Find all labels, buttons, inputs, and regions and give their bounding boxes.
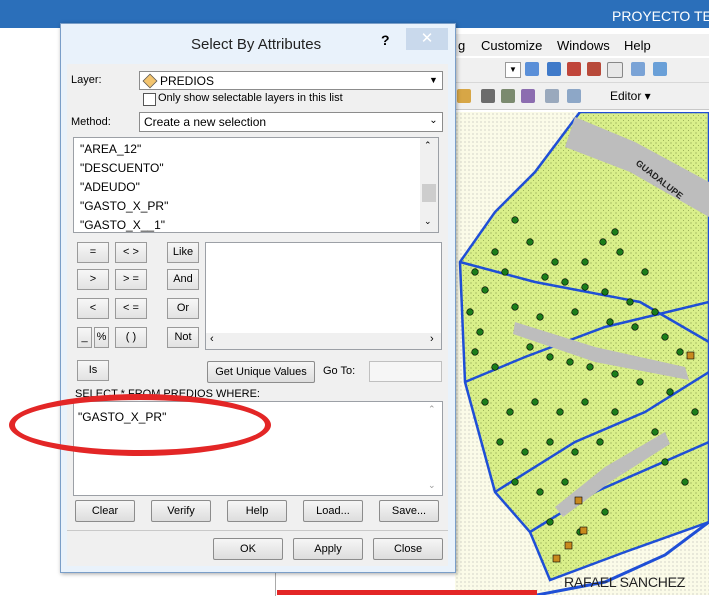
window-icon[interactable] <box>607 62 623 78</box>
scroll-down-icon[interactable]: ⌄ <box>428 480 436 491</box>
operator-greater-equal-button[interactable]: > = <box>115 269 147 290</box>
operator-underscore-button[interactable]: _ <box>77 327 92 348</box>
scroll-up-icon[interactable]: ⌃ <box>428 404 436 415</box>
method-label: Method: <box>71 116 111 128</box>
get-unique-values-button[interactable]: Get Unique Values <box>207 361 315 383</box>
chevron-down-icon[interactable]: ▼ <box>427 73 440 87</box>
find-icon[interactable] <box>481 89 495 103</box>
polygon-layer-icon <box>142 73 158 89</box>
list-item[interactable]: "AREA_12" <box>80 142 141 156</box>
fields-list: "AREA_12" "DESCUENTO" "ADEUDO" "GASTO_X_… <box>73 137 439 233</box>
unique-values-list: ‹ › <box>205 242 442 350</box>
dialog-titlebar[interactable]: Select By Attributes ? ✕ <box>61 24 455 64</box>
menu-item-windows[interactable]: Windows <box>557 38 610 53</box>
list-item[interactable]: "DESCUENTO" <box>80 161 164 175</box>
menu-item-help[interactable]: Help <box>624 38 651 53</box>
ok-button[interactable]: OK <box>213 538 283 560</box>
hyperlink-icon[interactable] <box>567 89 581 103</box>
select-by-attributes-dialog: Select By Attributes ? ✕ Layer: PREDIOS … <box>60 23 456 573</box>
list-item[interactable]: "GASTO_X__1" <box>80 218 165 232</box>
go-to-input[interactable] <box>369 361 442 382</box>
fields-list-scrollbar[interactable]: ⌃ ⌄ <box>420 138 438 232</box>
scroll-left-icon[interactable]: ‹ <box>210 333 214 345</box>
only-selectable-label: Only show selectable layers in this list <box>158 92 343 104</box>
scrollbar-thumb[interactable] <box>422 184 436 202</box>
python-window-icon[interactable] <box>653 62 667 76</box>
layer-dropdown[interactable]: PREDIOS ▼ <box>139 71 443 90</box>
identify-icon[interactable] <box>501 89 515 103</box>
operator-equals-button[interactable]: = <box>77 242 109 263</box>
dialog-body: Layer: PREDIOS ▼ Only show selectable la… <box>67 64 448 566</box>
method-value: Create a new selection <box>144 115 267 129</box>
operator-or-button[interactable]: Or <box>167 298 199 319</box>
method-dropdown[interactable]: Create a new selection ⌄ <box>139 112 443 132</box>
map-label-road: RAFAEL SANCHEZ <box>564 574 686 590</box>
dialog-help-button[interactable]: ? <box>381 32 395 50</box>
operator-parens-button[interactable]: ( ) <box>115 327 147 348</box>
toolbar-grip-icon[interactable] <box>457 89 471 103</box>
operator-less-equal-button[interactable]: < = <box>115 298 147 319</box>
scroll-down-icon[interactable]: ⌄ <box>424 216 432 227</box>
annotation-ellipse <box>9 394 271 456</box>
list-item[interactable]: "GASTO_X_PR" <box>80 199 168 213</box>
scroll-right-icon[interactable]: › <box>430 333 434 345</box>
arctoolbox-icon[interactable] <box>567 62 581 76</box>
chevron-down-icon[interactable]: ⌄ <box>427 114 440 128</box>
unique-values-scrollbar[interactable]: ‹ › <box>206 333 441 349</box>
dialog-title: Select By Attributes <box>191 36 322 53</box>
operator-is-button[interactable]: Is <box>77 360 109 381</box>
tools-toolbar: Editor ▾ <box>455 83 709 110</box>
save-button[interactable]: Save... <box>379 500 439 522</box>
list-item[interactable]: "ADEUDO" <box>80 180 140 194</box>
operator-greater-button[interactable]: > <box>77 269 109 290</box>
operator-and-button[interactable]: And <box>167 269 199 290</box>
footer-divider <box>67 530 448 531</box>
only-selectable-checkbox[interactable] <box>143 93 156 106</box>
close-button[interactable]: Close <box>373 538 443 560</box>
clear-button[interactable]: Clear <box>75 500 135 522</box>
editor-toolbar-icon[interactable] <box>525 62 539 76</box>
main-menubar: g Customize Windows Help <box>455 34 709 56</box>
menu-item-customize[interactable]: Customize <box>481 38 542 53</box>
apply-button[interactable]: Apply <box>293 538 363 560</box>
toolbox-red-icon[interactable] <box>587 62 601 76</box>
go-to-label: Go To: <box>323 365 356 377</box>
layer-label: Layer: <box>71 74 102 86</box>
operator-like-button[interactable]: Like <box>167 242 199 263</box>
load-button[interactable]: Load... <box>303 500 363 522</box>
operator-not-button[interactable]: Not <box>167 327 199 348</box>
app-globe-icon <box>64 6 78 20</box>
map-red-boundary <box>277 590 537 595</box>
go-to-xy-icon[interactable] <box>521 89 535 103</box>
catalog-window-icon[interactable] <box>547 62 561 76</box>
layer-value: PREDIOS <box>160 74 215 88</box>
menu-item-selection[interactable]: g <box>458 38 465 53</box>
measure-icon[interactable] <box>545 89 559 103</box>
operator-not-equals-button[interactable]: < > <box>115 242 147 263</box>
standard-toolbar: ▼ <box>455 58 709 83</box>
model-builder-icon[interactable] <box>631 62 645 76</box>
dialog-close-button[interactable]: ✕ <box>406 28 448 50</box>
main-window-title: PROYECTO TE <box>612 8 709 24</box>
editor-menu[interactable]: Editor ▾ <box>610 89 651 103</box>
scale-dropdown-arrow-icon[interactable]: ▼ <box>505 62 521 78</box>
verify-button[interactable]: Verify <box>151 500 211 522</box>
scroll-up-icon[interactable]: ⌃ <box>424 140 432 151</box>
operator-less-button[interactable]: < <box>77 298 109 319</box>
operator-percent-button[interactable]: % <box>94 327 109 348</box>
help-button[interactable]: Help <box>227 500 287 522</box>
